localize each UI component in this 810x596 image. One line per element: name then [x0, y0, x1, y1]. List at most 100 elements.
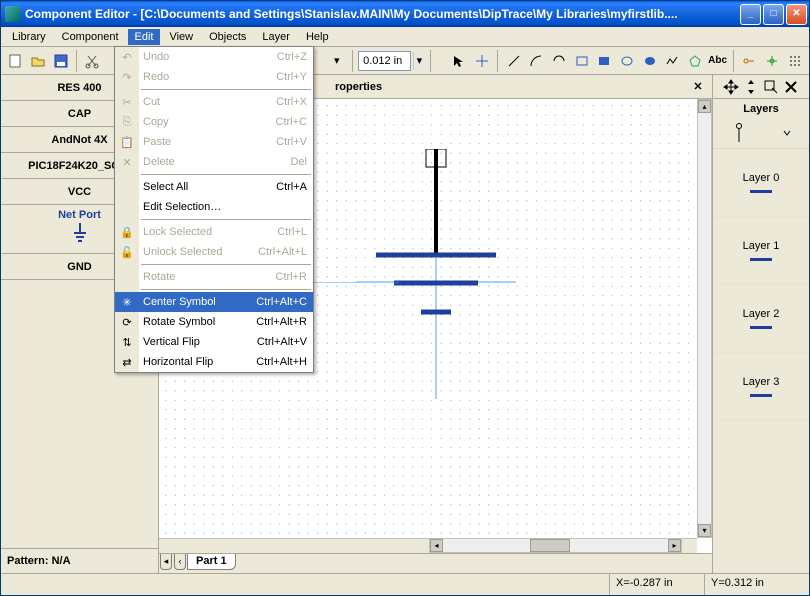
net-port-label: Net Port	[58, 209, 101, 221]
layer-swatch	[750, 190, 772, 193]
menu-select-all[interactable]: Select AllCtrl+A	[115, 177, 313, 197]
menu-edit-selection[interactable]: Edit Selection…	[115, 197, 313, 217]
layer-row[interactable]: Layer 1	[713, 217, 809, 285]
layer-label: Layer 3	[743, 376, 780, 388]
unlock-icon: 🔓	[119, 244, 135, 260]
filled-ellipse-icon[interactable]	[639, 50, 660, 72]
layer-row[interactable]: Layer 0	[713, 149, 809, 217]
save-icon[interactable]	[50, 50, 71, 72]
menu-horizontal-flip[interactable]: ⇄Horizontal FlipCtrl+Alt+H	[115, 352, 313, 372]
close-button[interactable]: ✕	[786, 4, 807, 25]
layers-panel: Layers Layer 0 Layer 1 Layer 2 Layer 3	[713, 75, 809, 573]
pin-direction-icon[interactable]	[732, 122, 746, 144]
dropdown-arrow-icon[interactable]: ▾	[327, 50, 348, 72]
arc-icon[interactable]	[526, 50, 547, 72]
filled-rect-icon[interactable]	[594, 50, 615, 72]
menu-edit[interactable]: Edit	[128, 29, 161, 45]
menu-rotate-symbol[interactable]: ⟳Rotate SymbolCtrl+Alt+R	[115, 312, 313, 332]
edit-dropdown-menu: ↶UndoCtrl+Z ↷RedoCtrl+Y ✂CutCtrl+X ⎘Copy…	[114, 46, 314, 373]
grid-size-value: 0.012 in	[363, 55, 402, 67]
layers-title: Layers	[713, 99, 809, 117]
grid-dropdown-arrow-icon[interactable]: ▾	[413, 52, 425, 70]
arc2-icon[interactable]	[549, 50, 570, 72]
maximize-button[interactable]: □	[763, 4, 784, 25]
new-icon[interactable]	[5, 50, 26, 72]
ellipse-icon[interactable]	[617, 50, 638, 72]
pattern-label: Pattern: N/A	[1, 548, 158, 573]
status-bar: X=-0.287 in Y=0.312 in	[1, 573, 809, 595]
layer-label: Layer 0	[743, 172, 780, 184]
lock-icon: 🔒	[119, 224, 135, 240]
layer-swatch	[750, 258, 772, 261]
tab-part1[interactable]: Part 1	[187, 554, 236, 570]
hflip-icon: ⇄	[119, 354, 135, 370]
polygon-icon[interactable]	[684, 50, 705, 72]
gnd-symbol[interactable]	[356, 149, 516, 399]
status-y: Y=0.312 in	[704, 574, 809, 595]
minimize-button[interactable]: _	[740, 4, 761, 25]
copy-icon: ⎘	[119, 114, 135, 130]
rotate-symbol-icon: ⟳	[119, 314, 135, 330]
origin-icon[interactable]	[762, 50, 783, 72]
line-icon[interactable]	[503, 50, 524, 72]
redo-icon: ↷	[119, 69, 135, 85]
menu-layer[interactable]: Layer	[255, 29, 297, 45]
center-icon: ✳	[119, 294, 135, 310]
properties-title: roperties	[335, 81, 382, 93]
tab-nav-first[interactable]: ◂	[160, 554, 172, 570]
cut-icon: ✂	[119, 94, 135, 110]
open-icon[interactable]	[28, 50, 49, 72]
layer-swatch	[750, 326, 772, 329]
menu-vertical-flip[interactable]: ⇅Vertical FlipCtrl+Alt+V	[115, 332, 313, 352]
menu-objects[interactable]: Objects	[202, 29, 253, 45]
layer-label: Layer 2	[743, 308, 780, 320]
menu-redo[interactable]: ↷RedoCtrl+Y	[115, 67, 313, 87]
menu-view[interactable]: View	[162, 29, 200, 45]
crosshair-icon[interactable]	[472, 50, 493, 72]
horizontal-scrollbar[interactable]: ◂ ▸	[429, 538, 682, 553]
layer-row[interactable]: Layer 3	[713, 353, 809, 421]
undo-icon: ↶	[119, 49, 135, 65]
part-tabs: ◂ ‹ Part 1	[159, 553, 712, 573]
menu-help[interactable]: Help	[299, 29, 336, 45]
menu-component[interactable]: Component	[55, 29, 126, 45]
grid-icon[interactable]	[784, 50, 805, 72]
delete-menu-icon: ✕	[119, 154, 135, 170]
corner-icon[interactable]	[762, 78, 780, 96]
delete-icon[interactable]	[782, 78, 800, 96]
vertical-scrollbar[interactable]: ▴ ▾	[697, 99, 712, 538]
grid-size-input[interactable]: 0.012 in	[358, 51, 411, 71]
pointer-icon[interactable]	[449, 50, 470, 72]
menu-delete[interactable]: ✕DeleteDel	[115, 152, 313, 172]
menu-bar: Library Component Edit View Objects Laye…	[1, 27, 809, 47]
layer-label: Layer 1	[743, 240, 780, 252]
text-icon[interactable]: Abc	[707, 50, 728, 72]
net-port-icon	[71, 223, 89, 245]
pin-icon[interactable]	[739, 50, 760, 72]
vflip-icon: ⇅	[119, 334, 135, 350]
menu-undo[interactable]: ↶UndoCtrl+Z	[115, 47, 313, 67]
rect-icon[interactable]	[571, 50, 592, 72]
menu-center-symbol[interactable]: ✳Center SymbolCtrl+Alt+C	[115, 292, 313, 312]
menu-rotate[interactable]: RotateCtrl+R	[115, 267, 313, 287]
window-title: Component Editor - [C:\Documents and Set…	[25, 7, 740, 21]
menu-paste[interactable]: 📋PasteCtrl+V	[115, 132, 313, 152]
updown-icon[interactable]	[742, 78, 760, 96]
status-x: X=-0.287 in	[609, 574, 704, 595]
cut-icon[interactable]	[82, 50, 103, 72]
polyline-icon[interactable]	[662, 50, 683, 72]
menu-unlock[interactable]: 🔓Unlock SelectedCtrl+Alt+L	[115, 242, 313, 262]
layer-row[interactable]: Layer 2	[713, 285, 809, 353]
menu-copy[interactable]: ⎘CopyCtrl+C	[115, 112, 313, 132]
menu-lock[interactable]: 🔒Lock SelectedCtrl+L	[115, 222, 313, 242]
properties-close-icon[interactable]: ✕	[690, 79, 706, 95]
collapse-icon[interactable]	[783, 129, 791, 137]
title-bar: Component Editor - [C:\Documents and Set…	[1, 1, 809, 27]
tab-nav-prev[interactable]: ‹	[174, 554, 186, 570]
app-icon	[5, 6, 21, 22]
menu-cut[interactable]: ✂CutCtrl+X	[115, 92, 313, 112]
move-icon[interactable]	[722, 78, 740, 96]
layer-swatch	[750, 394, 772, 397]
paste-icon: 📋	[119, 134, 135, 150]
menu-library[interactable]: Library	[5, 29, 53, 45]
